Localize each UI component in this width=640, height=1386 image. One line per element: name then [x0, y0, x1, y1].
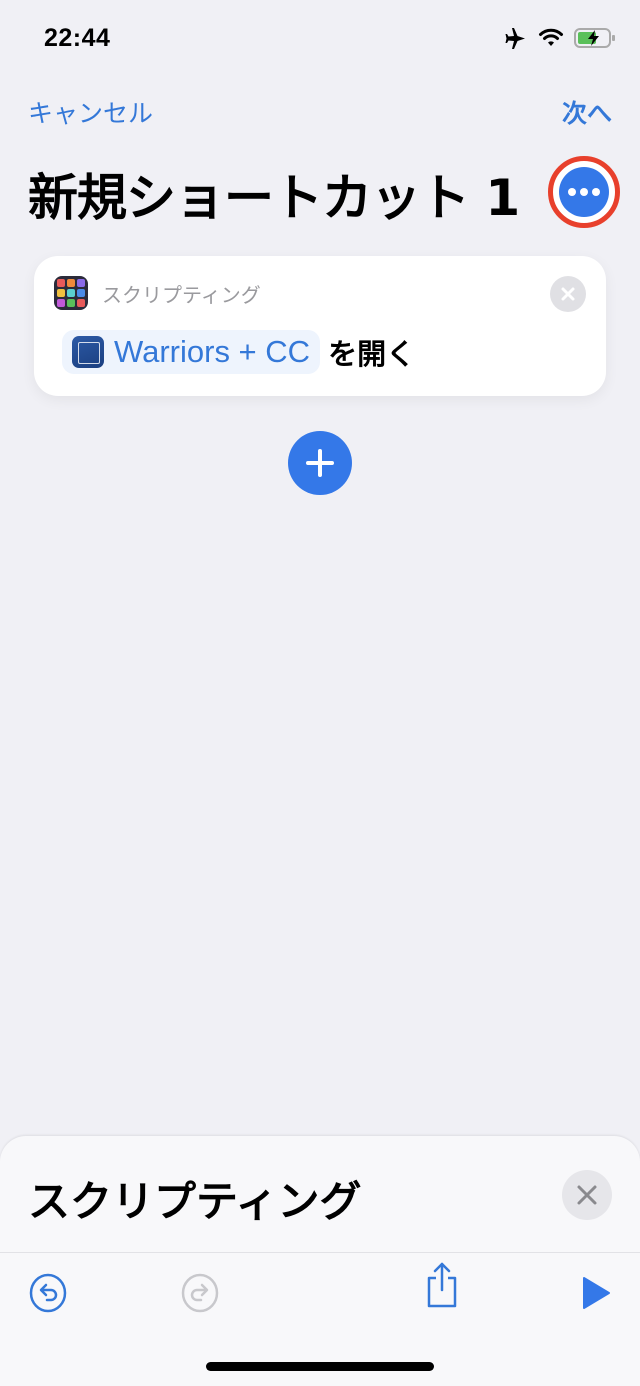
share-button[interactable] [420, 1262, 464, 1308]
action-category-label: スクリプティング [102, 282, 261, 307]
remove-action-button[interactable] [550, 276, 586, 312]
action-verb-label: を開く [328, 337, 416, 371]
home-indicator [206, 1362, 434, 1371]
share-icon [427, 1262, 457, 1308]
status-bar: 22:44 [0, 0, 640, 80]
scripting-category-icon [54, 276, 88, 310]
app-parameter-token[interactable]: Warriors + CC [62, 330, 321, 374]
navigation-bar: キャンセル 次へ [0, 94, 640, 134]
close-icon [577, 1185, 597, 1205]
play-icon [583, 1277, 610, 1309]
wifi-icon [538, 28, 564, 48]
cancel-button[interactable]: キャンセル [28, 94, 153, 130]
ellipsis-circle-icon [559, 167, 609, 217]
warriors-app-icon [72, 336, 104, 368]
redo-button[interactable] [178, 1271, 222, 1315]
close-circle-icon [561, 287, 575, 301]
more-options-button[interactable] [548, 156, 620, 228]
undo-icon [29, 1273, 67, 1313]
close-sheet-button[interactable] [562, 1170, 612, 1220]
battery-charging-icon [574, 27, 616, 49]
action-card-header: スクリプティング [54, 276, 261, 310]
run-button[interactable] [574, 1271, 618, 1315]
next-button[interactable]: 次へ [562, 94, 612, 130]
plus-icon [306, 449, 334, 477]
redo-icon [181, 1273, 219, 1313]
add-action-button[interactable] [288, 431, 352, 495]
sheet-title: スクリプティング [28, 1177, 362, 1226]
undo-button[interactable] [26, 1271, 70, 1315]
action-card-body: Warriors + CC を開く [62, 330, 415, 374]
app-parameter-label: Warriors + CC [114, 334, 311, 369]
airplane-mode-icon [504, 26, 528, 50]
action-card-open-app[interactable]: スクリプティング Warriors + CC を開く [34, 256, 606, 396]
status-icons [504, 26, 616, 50]
shortcut-title[interactable]: 新規ショートカット 1 [28, 158, 520, 230]
status-time: 22:44 [44, 24, 111, 52]
